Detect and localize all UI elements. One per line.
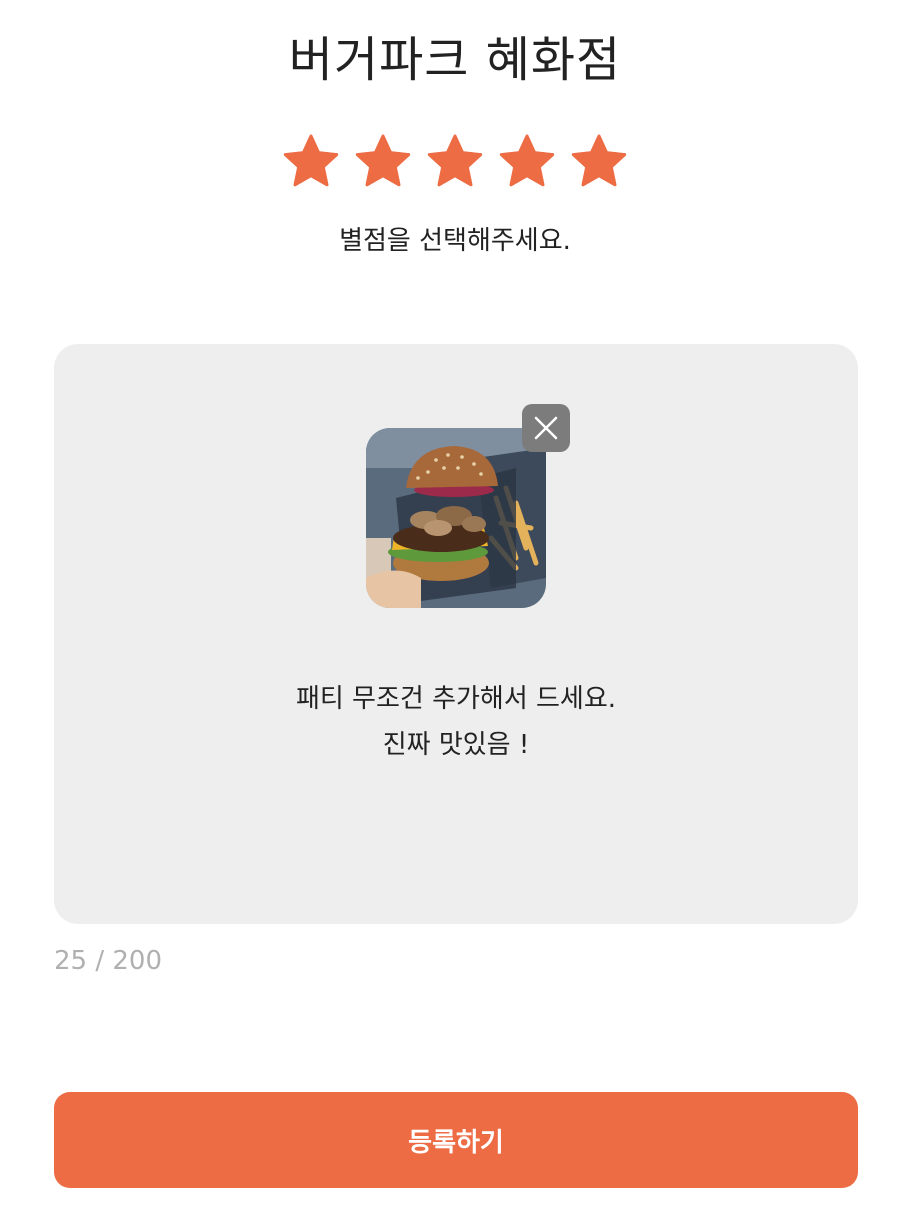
review-textarea[interactable]: 패티 무조건 추가해서 드세요. 진짜 맛있음 ! — [54, 676, 858, 768]
star-rating[interactable] — [0, 134, 910, 192]
star-5-icon[interactable] — [570, 134, 628, 192]
burger-photo — [366, 428, 546, 608]
remove-photo-button[interactable] — [522, 404, 570, 452]
star-2-icon[interactable] — [354, 134, 412, 192]
rating-prompt: 별점을 선택해주세요. — [339, 226, 571, 256]
star-4-icon[interactable] — [498, 134, 556, 192]
review-input-box[interactable]: 패티 무조건 추가해서 드세요. 진짜 맛있음 ! — [54, 344, 858, 924]
close-icon — [534, 416, 558, 440]
store-title: 버거파크 혜화점 — [288, 32, 622, 88]
review-photo-thumbnail[interactable] — [366, 428, 546, 608]
star-3-icon[interactable] — [426, 134, 484, 192]
review-text-line-1: 패티 무조건 추가해서 드세요. — [295, 684, 617, 714]
character-counter: 25 / 200 — [54, 946, 162, 976]
submit-review-button[interactable]: 등록하기 — [54, 1092, 858, 1188]
review-text-line-2: 진짜 맛있음 ! — [382, 730, 530, 760]
star-1-icon[interactable] — [282, 134, 340, 192]
